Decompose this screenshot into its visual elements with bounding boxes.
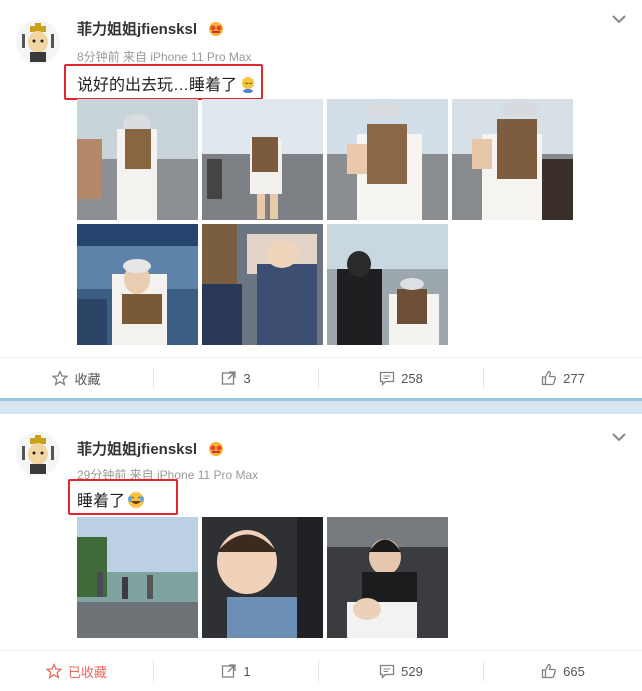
favorite-label: 收藏 <box>74 371 101 387</box>
post-text: 睡着了 <box>77 487 145 511</box>
username[interactable]: 菲力姐姐jfiensksl <box>77 438 197 459</box>
repost-icon <box>222 664 237 678</box>
repost-count: 3 <box>243 370 251 386</box>
post-meta: 8分钟前 来自 iPhone 11 Pro Max <box>77 50 252 64</box>
vip-badge-icon <box>209 22 223 36</box>
comment-icon <box>379 371 395 386</box>
favorite-button[interactable]: 已收藏 <box>0 651 153 691</box>
repost-count: 1 <box>243 663 251 679</box>
avatar[interactable] <box>16 432 60 476</box>
post-text: 说好的出去玩…睡着了 <box>77 71 257 95</box>
sleeping-emoji-icon <box>242 77 255 93</box>
favorite-button[interactable]: 收藏 <box>0 358 153 398</box>
vip-badge-icon <box>209 442 223 456</box>
favorite-label: 已收藏 <box>67 664 107 680</box>
post-text-content: 睡着了 <box>77 493 126 510</box>
comment-button[interactable]: 529 <box>319 651 483 691</box>
photo-thumbnail[interactable] <box>77 99 198 220</box>
avatar[interactable] <box>16 20 60 64</box>
photo-thumbnail[interactable] <box>327 517 448 638</box>
repost-icon <box>222 371 237 385</box>
comment-button[interactable]: 258 <box>319 358 483 398</box>
like-icon <box>541 663 557 679</box>
feed-post: 菲力姐姐jfiensksl 29分钟前 来自 iPhone 11 Pro Max… <box>0 414 642 683</box>
photo-thumbnail[interactable] <box>202 517 323 638</box>
photo-thumbnail[interactable] <box>77 224 198 345</box>
star-icon <box>52 370 69 386</box>
photo-thumbnail[interactable] <box>327 99 448 220</box>
repost-button[interactable]: 1 <box>154 651 318 691</box>
comment-count: 258 <box>401 370 423 386</box>
like-count: 665 <box>563 663 585 679</box>
photo-thumbnail[interactable] <box>202 224 323 345</box>
photo-thumbnail[interactable] <box>452 99 573 220</box>
chevron-down-icon[interactable] <box>612 432 626 442</box>
like-button[interactable]: 277 <box>484 358 642 398</box>
action-bar: 收藏 3 258 277 <box>0 357 642 398</box>
action-bar: 已收藏 1 529 665 <box>0 650 642 691</box>
post-divider <box>0 398 642 414</box>
chevron-down-icon[interactable] <box>612 14 626 24</box>
like-icon <box>541 370 557 386</box>
post-text-content: 说好的出去玩…睡着了 <box>77 77 238 94</box>
like-button[interactable]: 665 <box>484 651 642 691</box>
star-icon <box>45 663 62 679</box>
feed-post: 菲力姐姐jfiensksl 8分钟前 来自 iPhone 11 Pro Max … <box>0 0 642 398</box>
photo-thumbnail[interactable] <box>202 99 323 220</box>
repost-button[interactable]: 3 <box>154 358 318 398</box>
username[interactable]: 菲力姐姐jfiensksl <box>77 18 197 39</box>
photo-thumbnail[interactable] <box>327 224 448 345</box>
comment-icon <box>379 664 395 679</box>
comment-count: 529 <box>401 663 423 679</box>
like-count: 277 <box>563 370 585 386</box>
laughing-tears-emoji-icon <box>128 492 145 508</box>
photo-thumbnail[interactable] <box>77 517 198 638</box>
